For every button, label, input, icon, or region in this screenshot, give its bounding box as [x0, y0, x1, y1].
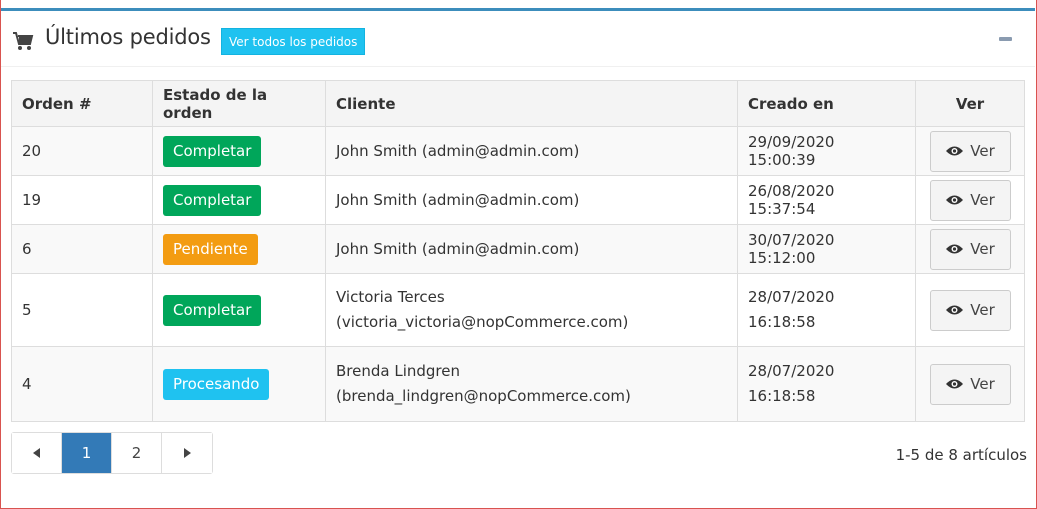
status-cell: Procesando — [152, 346, 326, 422]
pagination: 1 2 — [11, 432, 213, 474]
customer-cell: John Smith (admin@admin.com) — [325, 126, 738, 176]
card-header: Últimos pedidos Ver todos los pedidos — [1, 11, 1035, 67]
view-cell: Ver — [915, 175, 1025, 225]
customer-email: (victoria_victoria@nopCommerce.com) — [336, 313, 629, 331]
view-order-button[interactable]: Ver — [929, 130, 1011, 172]
status-cell: Pendiente — [152, 224, 326, 274]
page-1-button[interactable]: 1 — [62, 433, 112, 473]
table-row: 4 Procesando Brenda Lindgren (brenda_lin… — [11, 346, 1025, 422]
view-order-button[interactable]: Ver — [929, 289, 1011, 331]
order-number: 4 — [11, 346, 153, 422]
view-cell: Ver — [915, 126, 1025, 176]
status-badge: Completar — [163, 294, 262, 326]
status-badge: Completar — [163, 135, 262, 167]
view-cell: Ver — [915, 346, 1025, 422]
status-cell: Completar — [152, 273, 326, 347]
customer-cell: John Smith (admin@admin.com) — [325, 175, 738, 225]
column-header-customer[interactable]: Cliente — [325, 80, 738, 127]
view-order-button[interactable]: Ver — [929, 363, 1011, 405]
previous-page-button[interactable] — [12, 433, 62, 473]
eye-icon — [946, 379, 964, 389]
view-all-orders-button[interactable]: Ver todos los pedidos — [221, 28, 366, 55]
customer-name: Victoria Terces — [336, 288, 445, 306]
pagination-info: 1-5 de 8 artículos — [895, 446, 1027, 464]
eye-icon — [946, 244, 964, 254]
created-date: 29/09/2020 15:00:39 — [737, 126, 916, 176]
minus-icon[interactable] — [999, 37, 1012, 41]
eye-icon — [946, 146, 964, 156]
table-row: 5 Completar Victoria Terces (victoria_vi… — [11, 273, 1025, 347]
status-cell: Completar — [152, 126, 326, 176]
created-date: 26/08/2020 15:37:54 — [737, 175, 916, 225]
table-row: 6 Pendiente John Smith (admin@admin.com)… — [11, 224, 1025, 274]
column-header-view: Ver — [915, 80, 1025, 127]
customer-cell: Brenda Lindgren (brenda_lindgren@nopComm… — [325, 346, 738, 422]
order-number: 20 — [11, 126, 153, 176]
view-cell: Ver — [915, 273, 1025, 347]
status-badge: Completar — [163, 184, 262, 216]
orders-table: Orden # Estado de la orden Cliente Cread… — [11, 80, 1025, 422]
customer-cell: Victoria Terces (victoria_victoria@nopCo… — [325, 273, 738, 347]
view-order-button[interactable]: Ver — [929, 228, 1011, 270]
eye-icon — [946, 195, 964, 205]
status-cell: Completar — [152, 175, 326, 225]
arrow-left-icon — [33, 448, 40, 458]
customer-cell: John Smith (admin@admin.com) — [325, 224, 738, 274]
card-title: Últimos pedidos — [45, 25, 211, 49]
status-badge: Procesando — [163, 368, 270, 400]
view-order-label: Ver — [970, 240, 995, 258]
column-header-created[interactable]: Creado en — [737, 80, 916, 127]
column-header-status[interactable]: Estado de la orden — [152, 80, 326, 127]
view-order-label: Ver — [970, 374, 995, 393]
page-2-button[interactable]: 2 — [112, 433, 162, 473]
created-date: 28/07/2020 16:18:58 — [737, 273, 916, 347]
view-order-button[interactable]: Ver — [929, 179, 1011, 221]
table-row: 19 Completar John Smith (admin@admin.com… — [11, 175, 1025, 225]
created-date: 30/07/2020 15:12:00 — [737, 224, 916, 274]
view-order-label: Ver — [970, 142, 995, 160]
next-page-button[interactable] — [162, 433, 212, 473]
view-order-label: Ver — [970, 191, 995, 209]
created-date: 28/07/2020 16:18:58 — [737, 346, 916, 422]
table-header-row: Orden # Estado de la orden Cliente Cread… — [11, 80, 1025, 127]
order-number: 19 — [11, 175, 153, 225]
customer-email: (brenda_lindgren@nopCommerce.com) — [336, 387, 631, 405]
table-row: 20 Completar John Smith (admin@admin.com… — [11, 126, 1025, 176]
customer-name: Brenda Lindgren — [336, 362, 460, 380]
arrow-right-icon — [183, 448, 191, 458]
order-number: 5 — [11, 273, 153, 347]
view-cell: Ver — [915, 224, 1025, 274]
column-header-order[interactable]: Orden # — [11, 80, 153, 127]
status-badge: Pendiente — [163, 233, 258, 265]
shopping-cart-icon — [13, 32, 34, 50]
view-order-label: Ver — [970, 300, 995, 319]
eye-icon — [946, 305, 964, 315]
order-number: 6 — [11, 224, 153, 274]
